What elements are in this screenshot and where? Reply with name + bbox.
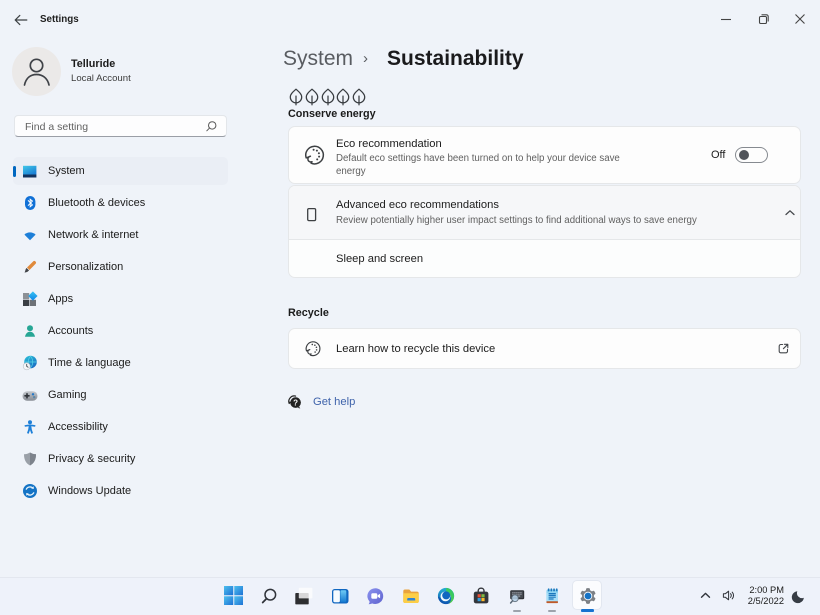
svg-text:?: ? — [293, 398, 298, 407]
